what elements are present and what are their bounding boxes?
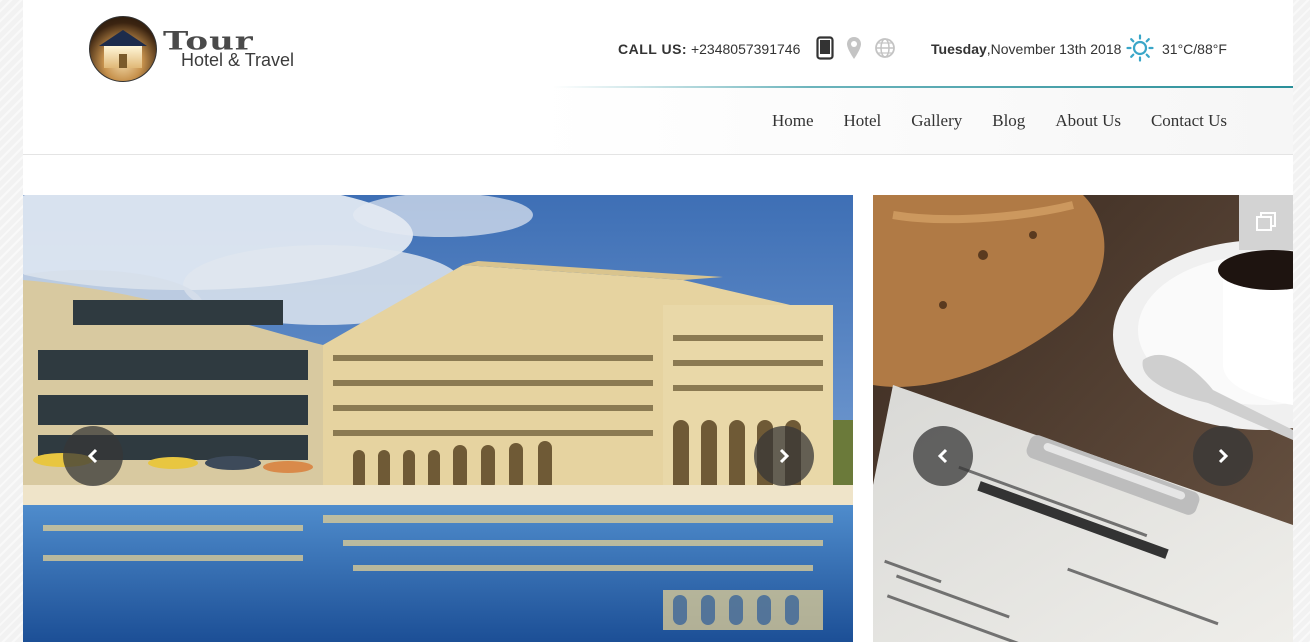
nav-hotel[interactable]: Hotel — [843, 110, 881, 132]
fullscreen-icon — [1256, 212, 1276, 231]
page: Tour Hotel & Travel CALL US: +2348057391… — [23, 0, 1293, 642]
sun-icon — [1126, 34, 1154, 62]
hotel-slider-next[interactable] — [754, 426, 814, 486]
logo-image — [89, 16, 157, 82]
hotel-slider-prev[interactable] — [63, 426, 123, 486]
map-pin-icon[interactable] — [846, 36, 866, 60]
expand-button[interactable] — [1239, 195, 1293, 250]
logo-subtitle: Hotel & Travel — [181, 50, 295, 70]
nav-gallery[interactable]: Gallery — [911, 110, 962, 132]
day-name: Tuesday — [931, 41, 987, 57]
temperature: 31°C/88°F — [1162, 41, 1227, 57]
main-nav: Home Hotel Gallery Blog About Us Contact… — [742, 110, 1227, 132]
nav-blog[interactable]: Blog — [992, 110, 1025, 132]
site-logo[interactable]: Tour Hotel & Travel — [89, 16, 329, 82]
chevron-left-icon — [937, 448, 948, 464]
current-date: Tuesday,November 13th 2018 — [931, 40, 1121, 58]
phone-number[interactable]: +2348057391746 — [691, 41, 800, 57]
food-slider-prev[interactable] — [913, 426, 973, 486]
chevron-right-icon — [1218, 448, 1229, 464]
hotel-photo — [23, 195, 853, 642]
call-us: CALL US: +2348057391746 — [618, 40, 800, 58]
nav-home[interactable]: Home — [772, 110, 814, 132]
brunch-photo — [873, 195, 1293, 642]
nav-about-us[interactable]: About Us — [1055, 110, 1121, 132]
chevron-left-icon — [87, 448, 98, 464]
chevron-right-icon — [779, 448, 790, 464]
tablet-icon[interactable] — [816, 36, 836, 60]
hotel-slider — [23, 195, 853, 642]
globe-icon[interactable] — [874, 36, 895, 60]
food-slider — [873, 195, 1293, 642]
nav-contact-us[interactable]: Contact Us — [1151, 110, 1227, 132]
date-text: ,November 13th 2018 — [986, 41, 1122, 57]
food-slider-next[interactable] — [1193, 426, 1253, 486]
call-us-label: CALL US: — [618, 41, 688, 57]
